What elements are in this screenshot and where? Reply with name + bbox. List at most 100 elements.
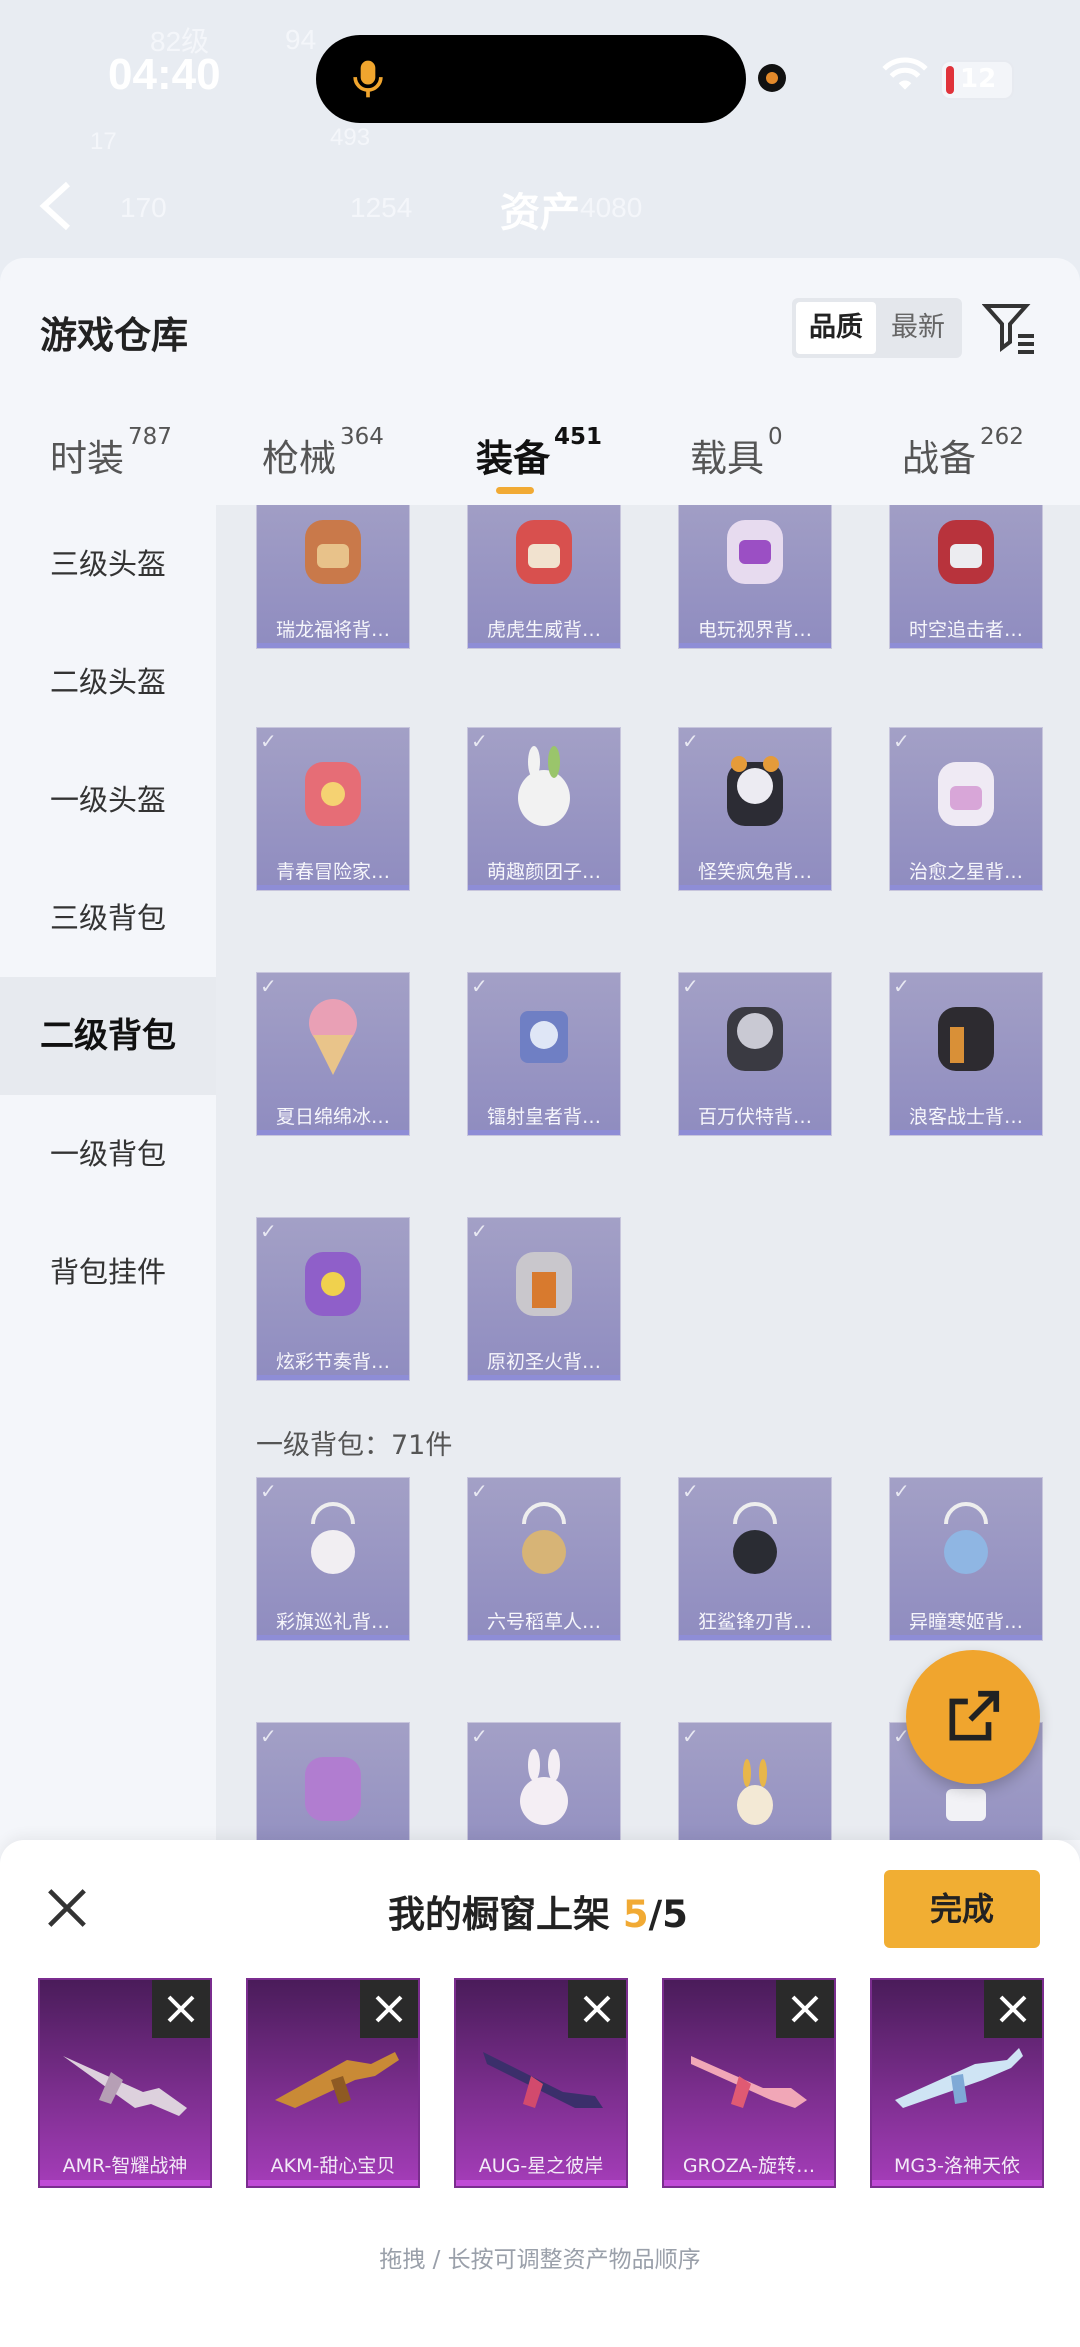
item-card[interactable]: ✓ 炫彩节奏背… xyxy=(256,1217,410,1381)
remove-button[interactable] xyxy=(776,1980,834,2038)
sidebar-item-helmet-2[interactable]: 二级头盔 xyxy=(0,623,216,741)
backpack-icon xyxy=(518,746,570,826)
item-card[interactable]: ✓ 百万伏特背… xyxy=(678,972,832,1136)
battery-indicator: 12 xyxy=(940,60,1014,100)
check-icon: ✓ xyxy=(471,1724,488,1748)
tab-fashion[interactable]: 时装 787 xyxy=(50,424,172,482)
dynamic-island xyxy=(316,35,746,123)
tab-label: 战备 xyxy=(902,437,976,480)
shelf-total: /5 xyxy=(648,1893,688,1936)
item-card[interactable]: ✓ 彩旗巡礼背… xyxy=(256,1477,410,1641)
item-card[interactable]: ✓ xyxy=(678,1722,832,1840)
item-name: 原初圣火背… xyxy=(486,1351,601,1373)
check-icon: ✓ xyxy=(471,729,488,753)
tab-vehicles[interactable]: 载具 0 xyxy=(690,424,783,482)
shelf-item-name: MG3-洛神天依 xyxy=(893,2155,1021,2177)
backpack-icon xyxy=(305,1252,361,1316)
item-card[interactable]: ✓ 浪客战士背… xyxy=(889,972,1043,1136)
item-card[interactable]: 瑞龙福将背… xyxy=(256,505,410,649)
shelf-count: 5 xyxy=(622,1893,649,1936)
item-card[interactable]: ✓ 青春冒险家… xyxy=(256,727,410,891)
sidebar-item-helmet-1[interactable]: 一级头盔 xyxy=(0,741,216,859)
check-icon: ✓ xyxy=(682,1479,699,1503)
item-card[interactable]: ✓ xyxy=(256,1722,410,1840)
sort-quality-button[interactable]: 品质 xyxy=(796,302,876,354)
remove-button[interactable] xyxy=(152,1980,210,2038)
sidebar-item-backpack-charm[interactable]: 背包挂件 xyxy=(0,1213,216,1331)
tab-supplies[interactable]: 战备 262 xyxy=(902,424,1024,482)
backpack-icon xyxy=(516,520,572,584)
backpack-icon xyxy=(938,1007,994,1071)
sort-toggle: 品质 最新 xyxy=(792,298,962,358)
check-icon: ✓ xyxy=(471,974,488,998)
faded-stat-4: 1254 xyxy=(350,192,413,223)
tab-equipment[interactable]: 装备 451 xyxy=(476,424,602,482)
sidebar-item-helmet-3[interactable]: 三级头盔 xyxy=(0,505,216,623)
item-card[interactable]: ✓ 镭射皇者背… xyxy=(467,972,621,1136)
sidebar-item-backpack-2[interactable]: 二级背包 xyxy=(0,977,216,1095)
close-icon xyxy=(167,1995,195,2023)
item-name: 彩旗巡礼背… xyxy=(275,1611,390,1633)
item-card[interactable]: ✓ 治愈之星背… xyxy=(889,727,1043,891)
item-card[interactable]: ✓ 萌趣颜团子… xyxy=(467,727,621,891)
check-icon: ✓ xyxy=(260,1479,277,1503)
tab-weapons[interactable]: 枪械 364 xyxy=(262,424,384,482)
rifle-icon xyxy=(63,2056,187,2116)
backpack-icon xyxy=(516,1252,572,1316)
item-name: 炫彩节奏背… xyxy=(275,1351,390,1373)
filter-icon[interactable] xyxy=(982,300,1038,356)
remove-button[interactable] xyxy=(568,1980,626,2038)
item-card[interactable]: 电玩视界背… xyxy=(678,505,832,649)
backpack-icon xyxy=(727,1007,783,1071)
remove-button[interactable] xyxy=(984,1980,1042,2038)
rifle-icon xyxy=(483,2052,603,2108)
page-title: 游戏仓库 xyxy=(40,314,188,357)
wifi-icon xyxy=(882,57,928,90)
shelf-item[interactable]: AMR-智耀战神 xyxy=(38,1978,212,2188)
item-card[interactable]: 虎虎生威背… xyxy=(467,505,621,649)
item-card[interactable]: ✓ 原初圣火背… xyxy=(467,1217,621,1381)
backpack-icon xyxy=(522,1502,566,1574)
item-card[interactable]: ✓ xyxy=(467,1722,621,1840)
shelf-item[interactable]: AUG-星之彼岸 xyxy=(454,1978,628,2188)
faded-value: 94 xyxy=(285,24,317,55)
backpack-icon xyxy=(938,762,994,826)
check-icon: ✓ xyxy=(260,729,277,753)
item-name: 六号稻草人… xyxy=(486,1611,601,1633)
active-tab-indicator xyxy=(496,487,534,494)
done-button[interactable]: 完成 xyxy=(884,1870,1040,1948)
close-icon[interactable] xyxy=(44,1885,90,1931)
shelf-title-text: 我的橱窗上架 xyxy=(388,1893,623,1936)
sidebar-item-backpack-1[interactable]: 一级背包 xyxy=(0,1095,216,1213)
item-card[interactable]: ✓ 怪笑疯兔背… xyxy=(678,727,832,891)
backpack-icon xyxy=(944,1502,988,1574)
shelf-item[interactable]: GROZA-旋转… xyxy=(662,1978,836,2188)
backpack-icon xyxy=(520,1749,568,1825)
backpack-icon xyxy=(520,1011,568,1063)
status-time: 04:40 xyxy=(108,50,221,99)
check-icon: ✓ xyxy=(471,1479,488,1503)
category-sidebar: 三级头盔 二级头盔 一级头盔 三级背包 二级背包 一级背包 背包挂件 xyxy=(0,505,216,1840)
backpack-icon xyxy=(305,520,361,584)
tab-count: 262 xyxy=(980,424,1024,450)
item-grid: 瑞龙福将背… 虎虎生威背… 电玩视界背… 时空追击者… ✓ 青春冒险家… ✓ 萌趣颜… xyxy=(216,505,1080,1840)
share-button[interactable] xyxy=(906,1650,1040,1784)
remove-button[interactable] xyxy=(360,1980,418,2038)
back-arrow-icon[interactable] xyxy=(36,180,76,232)
tab-count: 364 xyxy=(340,424,384,450)
sidebar-item-backpack-3[interactable]: 三级背包 xyxy=(0,859,216,977)
share-icon xyxy=(949,1690,1000,1741)
sort-newest-button[interactable]: 最新 xyxy=(878,302,958,354)
shelf-item[interactable]: MG3-洛神天依 xyxy=(870,1978,1044,2188)
rifle-icon xyxy=(691,2056,807,2108)
item-card[interactable]: ✓ 异瞳寒姬背… xyxy=(889,1477,1043,1641)
item-name: 治愈之星背… xyxy=(908,861,1023,883)
item-card[interactable]: ✓ 六号稻草人… xyxy=(467,1477,621,1641)
backpack-icon xyxy=(727,756,783,826)
close-icon xyxy=(791,1995,819,2023)
item-card[interactable]: 时空追击者… xyxy=(889,505,1043,649)
tab-count: 0 xyxy=(768,424,783,450)
item-card[interactable]: ✓ 夏日绵绵冰… xyxy=(256,972,410,1136)
item-card[interactable]: ✓ 狂鲨锋刃背… xyxy=(678,1477,832,1641)
shelf-item[interactable]: AKM-甜心宝贝 xyxy=(246,1978,420,2188)
